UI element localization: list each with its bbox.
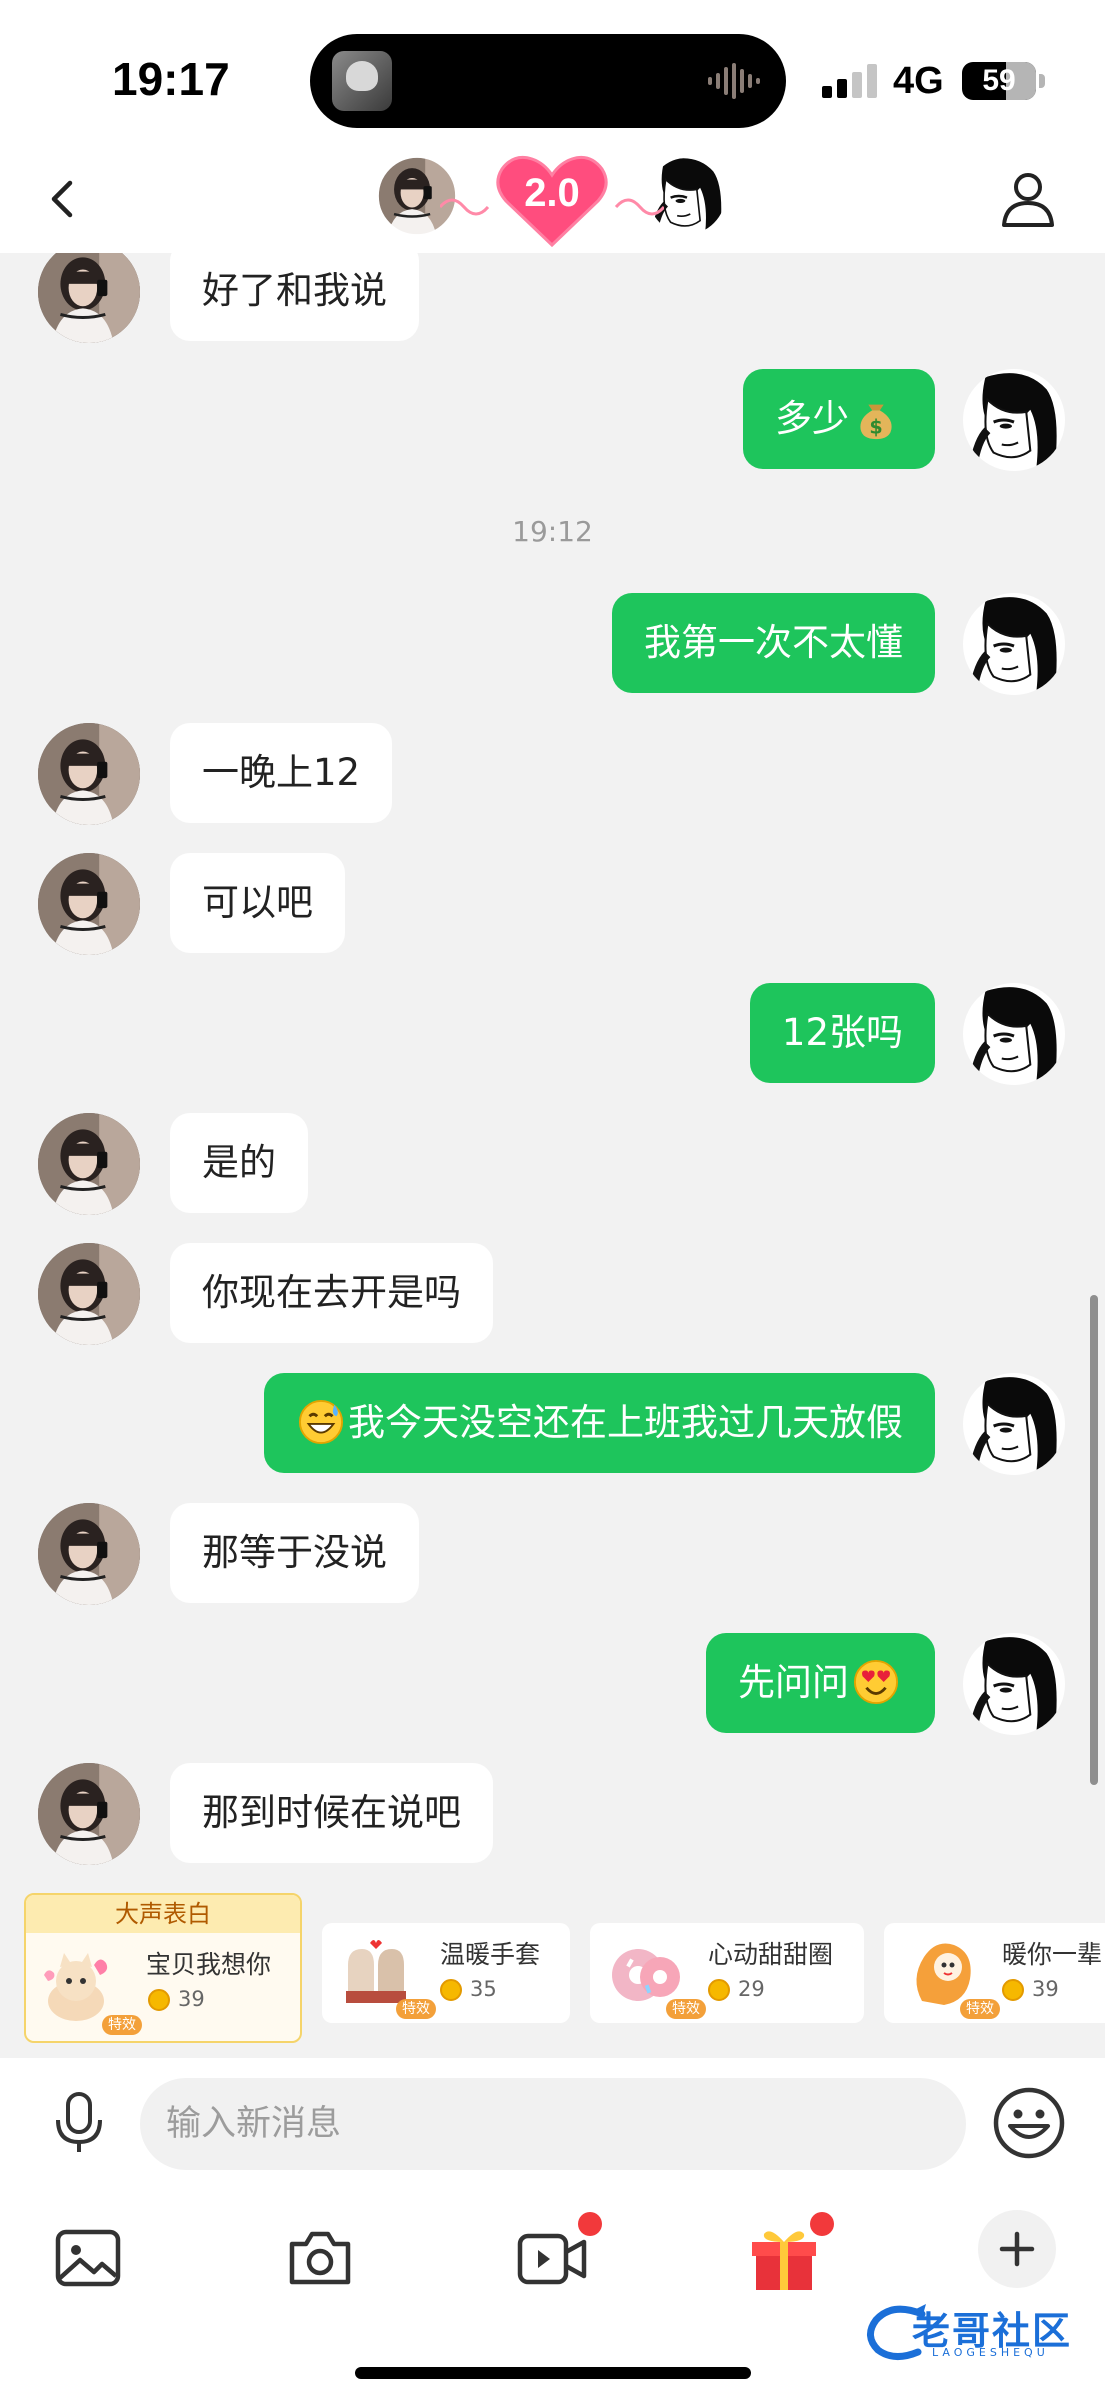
audio-waveform-icon [708, 63, 760, 99]
message-text: 我今天没空还在上班我过几天放假 [348, 1401, 903, 1444]
gift-card[interactable]: 暖你一辈 39 特效 [884, 1923, 1105, 2023]
chat-header: 2.0 [0, 145, 1105, 253]
status-bar: 19:17 4G 59 [0, 0, 1105, 145]
effect-badge: 特效 [960, 1999, 1000, 2019]
message-bubble[interactable]: 我第一次不太懂 [612, 593, 935, 693]
effect-badge: 特效 [666, 1999, 706, 2019]
gift-name: 心动甜甜圈 [708, 1940, 834, 1969]
back-arrow-icon[interactable] [40, 169, 84, 229]
message-incoming: 一晚上12 [0, 721, 1105, 825]
message-incoming: 可以吧 [0, 851, 1105, 955]
battery-nub [1039, 74, 1045, 88]
message-incoming: 那等于没说 [0, 1501, 1105, 1605]
plus-icon [999, 2231, 1035, 2267]
partner-avatar[interactable] [38, 1503, 140, 1605]
effect-badge: 特效 [102, 2015, 142, 2035]
partner-avatar[interactable] [38, 253, 140, 343]
message-incoming: 好了和我说 [0, 253, 1105, 343]
battery-icon: 59 [962, 62, 1036, 100]
now-playing-thumbnail [332, 51, 392, 111]
message-incoming: 那到时候在说吧 [0, 1761, 1105, 1865]
more-button[interactable] [978, 2210, 1056, 2288]
my-avatar[interactable] [963, 1373, 1065, 1475]
featured-gift-label: 大声表白 [26, 1895, 300, 1933]
message-bubble[interactable]: 我今天没空还在上班我过几天放假 [264, 1373, 935, 1473]
my-avatar[interactable] [963, 983, 1065, 1085]
status-time: 19:17 [112, 53, 230, 105]
message-outgoing: 我今天没空还在上班我过几天放假 [0, 1371, 1105, 1475]
chat-messages[interactable]: 好了和我说 多少 19:12 我第一次不太懂 一晚上12 可以吧 12张吗 是的… [0, 253, 1105, 1893]
microphone-icon[interactable] [46, 2090, 112, 2156]
emoji-icon[interactable] [990, 2084, 1068, 2162]
message-bubble[interactable]: 那等于没说 [170, 1503, 419, 1603]
message-bubble[interactable]: 先问问 [706, 1633, 935, 1733]
partner-avatar[interactable] [38, 1113, 140, 1215]
coin-icon [148, 1989, 170, 2011]
video-call-icon[interactable] [514, 2220, 590, 2296]
coin-icon [708, 1979, 730, 2001]
coin-icon [1002, 1979, 1024, 2001]
home-indicator[interactable] [355, 2367, 751, 2379]
gift-card[interactable]: 温暖手套 35 特效 [322, 1923, 570, 2023]
watermark: 老哥社区 LAOGESHEQU [862, 2300, 1102, 2364]
partner-avatar[interactable] [38, 1243, 140, 1345]
unread-dot [810, 2212, 834, 2236]
gift-price: 35 [470, 1977, 497, 2001]
intimacy-heart[interactable]: 2.0 [440, 149, 664, 249]
message-outgoing: 先问问 [0, 1631, 1105, 1735]
my-avatar[interactable] [963, 593, 1065, 695]
message-outgoing: 多少 [0, 367, 1105, 471]
message-input[interactable] [140, 2078, 966, 2170]
quick-gift-strip[interactable]: 大声表白 宝贝我想你 39 特效 温暖手套 35 特效 心动甜甜圈 29 特效 … [0, 1893, 1105, 2043]
network-type: 4G [893, 60, 944, 102]
unread-dot [578, 2212, 602, 2236]
camera-icon[interactable] [282, 2220, 358, 2296]
money-bag-icon [853, 395, 899, 441]
message-incoming: 是的 [0, 1111, 1105, 1215]
message-bubble[interactable]: 你现在去开是吗 [170, 1243, 493, 1343]
gift-price: 39 [1032, 1977, 1059, 2001]
dynamic-island[interactable] [310, 34, 786, 128]
message-bubble[interactable]: 可以吧 [170, 853, 345, 953]
message-input-bar [0, 2058, 1105, 2190]
message-outgoing: 12张吗 [0, 981, 1105, 1085]
cellular-signal-icon [822, 64, 877, 98]
my-avatar[interactable] [963, 1633, 1065, 1735]
message-bubble[interactable]: 12张吗 [749, 983, 935, 1083]
image-icon[interactable] [50, 2220, 126, 2296]
message-outgoing: 我第一次不太懂 [0, 591, 1105, 695]
heart-eyes-emoji-icon [853, 1659, 899, 1705]
partner-avatar[interactable] [38, 853, 140, 955]
chat-scrollbar[interactable] [1090, 1295, 1098, 1785]
effect-badge: 特效 [396, 1999, 436, 2019]
watermark-subtext: LAOGESHEQU [932, 2346, 1049, 2359]
intimacy-level: 2.0 [524, 171, 580, 215]
gift-name: 宝贝我想你 [146, 1950, 272, 1979]
gift-card[interactable]: 心动甜甜圈 29 特效 [590, 1923, 864, 2023]
message-bubble[interactable]: 是的 [170, 1113, 308, 1213]
gift-name: 暖你一辈 [1002, 1940, 1103, 1969]
message-timestamp: 19:12 [512, 515, 593, 548]
message-bubble[interactable]: 好了和我说 [170, 253, 419, 341]
message-bubble[interactable]: 多少 [743, 369, 935, 469]
gift-box-icon[interactable] [746, 2220, 822, 2296]
battery-percent: 59 [982, 64, 1016, 97]
partner-avatar[interactable] [38, 1763, 140, 1865]
coin-icon [440, 1979, 462, 2001]
my-avatar[interactable] [963, 369, 1065, 471]
partner-avatar[interactable] [38, 723, 140, 825]
grinning-sweat-emoji-icon [298, 1399, 344, 1445]
message-text: 先问问 [738, 1661, 849, 1704]
gift-price: 29 [738, 1977, 765, 2001]
gift-price: 39 [178, 1987, 205, 2011]
message-text: 多少 [775, 397, 849, 440]
message-incoming: 你现在去开是吗 [0, 1241, 1105, 1345]
gift-name: 温暖手套 [440, 1940, 541, 1969]
message-bubble[interactable]: 那到时候在说吧 [170, 1763, 493, 1863]
message-bubble[interactable]: 一晚上12 [170, 723, 393, 823]
profile-icon[interactable] [996, 167, 1060, 231]
gift-card-featured[interactable]: 大声表白 宝贝我想你 39 特效 [24, 1893, 302, 2043]
